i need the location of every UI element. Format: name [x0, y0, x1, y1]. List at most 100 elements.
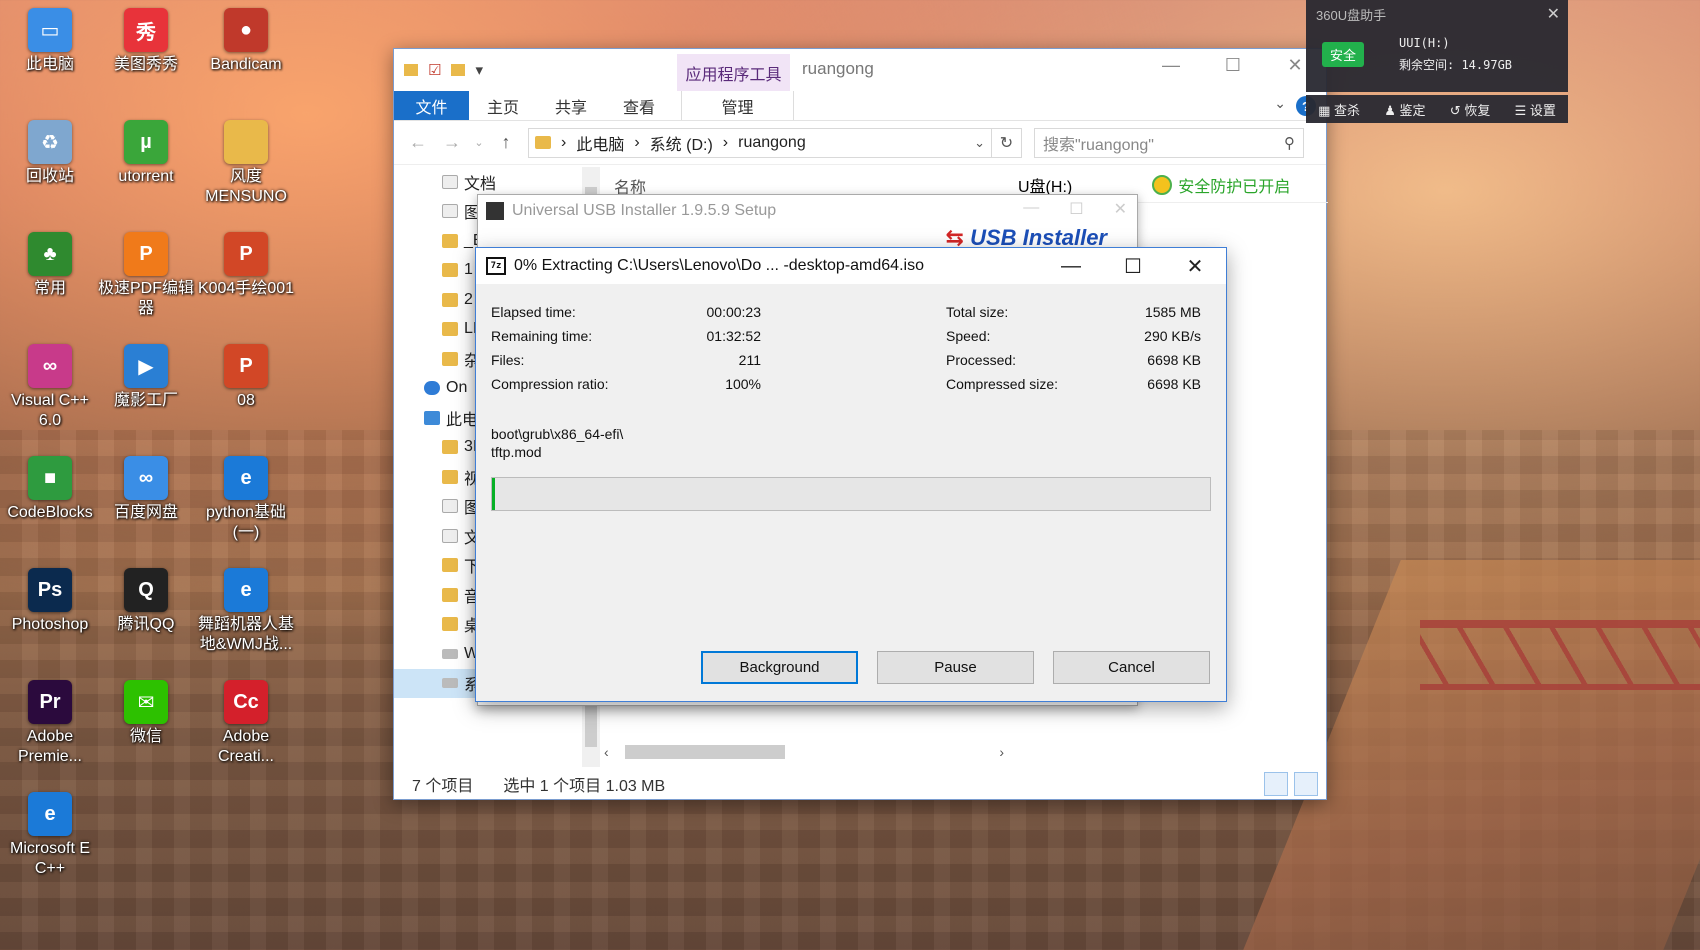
- desktop-icon[interactable]: P 08: [196, 344, 296, 411]
- bandicam-icon: ●: [224, 8, 268, 52]
- desktop-icon[interactable]: ♣ 常用: [0, 232, 100, 299]
- maximize-button[interactable]: ☐: [1069, 199, 1083, 219]
- tab-manage[interactable]: 管理: [681, 91, 795, 120]
- breadcrumb-separator-icon[interactable]: ›: [634, 134, 639, 152]
- close-icon[interactable]: ✕: [1547, 4, 1560, 24]
- address-dropdown-icon[interactable]: ⌄: [974, 135, 985, 151]
- forward-arrow-icon[interactable]: →: [440, 132, 464, 153]
- tab-share[interactable]: 共享: [537, 91, 605, 120]
- breadcrumb-drive-d[interactable]: 系统 (D:): [650, 131, 713, 155]
- close-button[interactable]: ✕: [1114, 199, 1127, 219]
- pdf-file-icon: e: [224, 568, 268, 612]
- scrollbar-track[interactable]: [615, 743, 994, 761]
- desktop-icon[interactable]: e 舞蹈机器人基地&WMJ战...: [196, 568, 296, 655]
- shield-icon: [1152, 174, 1173, 195]
- details-view-icon[interactable]: [1264, 772, 1288, 796]
- recent-dropdown-icon[interactable]: ⌄: [474, 136, 484, 149]
- scrollbar-thumb[interactable]: [624, 745, 785, 759]
- customize-dropdown-icon[interactable]: ▾: [475, 61, 483, 79]
- premiere-icon: Pr: [28, 680, 72, 724]
- desktop-icon[interactable]: P K004手绘001: [196, 232, 296, 299]
- minimize-button[interactable]: —: [1040, 248, 1102, 284]
- desktop-icon[interactable]: Cc Adobe Creati...: [196, 680, 296, 767]
- desktop-icon[interactable]: ■ CodeBlocks: [0, 456, 100, 523]
- edge-icon: e: [28, 792, 72, 836]
- nav-item[interactable]: 文档: [394, 167, 579, 197]
- folder-icon[interactable]: [404, 64, 418, 76]
- large-icons-view-icon[interactable]: [1294, 772, 1318, 796]
- stats-row: Files: 211 Processed: 6698 KB: [491, 352, 1211, 376]
- desktop-icon[interactable]: ▶ 魔影工厂: [96, 344, 196, 411]
- nav-item-label: 此电: [446, 411, 479, 429]
- stat-label: Compression ratio:: [491, 376, 609, 392]
- desktop-icon[interactable]: Pr Adobe Premie...: [0, 680, 100, 767]
- maximize-button[interactable]: ☐: [1102, 248, 1164, 284]
- desktop-icon[interactable]: ♻ 回收站: [0, 120, 100, 187]
- close-button[interactable]: ✕: [1164, 248, 1226, 284]
- desktop-icon[interactable]: P 极速PDF编辑器: [96, 232, 196, 319]
- stat-value: 211: [738, 352, 761, 368]
- desktop-icon[interactable]: ✉ 微信: [96, 680, 196, 747]
- expand-ribbon-icon[interactable]: ⌄: [1274, 95, 1286, 112]
- desktop-icon[interactable]: ▭ 此电脑: [0, 8, 100, 75]
- desktop-icon[interactable]: ∞ 百度网盘: [96, 456, 196, 523]
- new-folder-icon[interactable]: [451, 64, 466, 76]
- properties-check-icon[interactable]: ☑: [428, 61, 441, 79]
- desktop-icon[interactable]: e Microsoft E C++: [0, 792, 100, 879]
- desktop-icon[interactable]: ∞ Visual C++ 6.0: [0, 344, 100, 431]
- desktop-icon-label: 回收站: [25, 168, 74, 185]
- minimize-button[interactable]: —: [1023, 199, 1039, 219]
- quick-access-toolbar: ☑ ▾: [394, 61, 483, 79]
- scroll-right-icon[interactable]: ›: [999, 744, 1004, 760]
- uui-window-controls: — ☐ ✕: [1023, 199, 1127, 219]
- desktop-icon[interactable]: 秀美图秀秀: [96, 8, 196, 75]
- stat-value: 100%: [725, 376, 761, 392]
- drive-info: UUI(H:) 剩余空间: 14.97GB: [1399, 32, 1512, 76]
- stat-label: Elapsed time:: [491, 304, 576, 320]
- breadcrumb-ruangong[interactable]: ruangong: [738, 134, 806, 152]
- uui-window-title: Universal USB Installer 1.9.5.9 Setup: [512, 202, 777, 219]
- desktop-icon[interactable]: e python基础 (一): [196, 456, 296, 543]
- stat-label: Speed:: [946, 328, 991, 344]
- breadcrumb-separator-icon[interactable]: ›: [561, 134, 566, 152]
- settings-button[interactable]: ☰ 设置: [1515, 100, 1556, 119]
- back-arrow-icon[interactable]: ←: [406, 132, 430, 153]
- pause-button[interactable]: Pause: [877, 651, 1034, 684]
- restore-button[interactable]: ↺ 恢复: [1450, 100, 1491, 119]
- application-tools-tab[interactable]: 应用程序工具: [677, 54, 790, 91]
- desktop-icon[interactable]: ● Bandicam: [196, 8, 296, 75]
- settings-button-label: 设置: [1529, 102, 1556, 118]
- tab-file[interactable]: 文件: [394, 91, 469, 120]
- stat-label: Total size:: [946, 304, 1009, 320]
- refresh-icon[interactable]: ↻: [991, 128, 1021, 157]
- this-pc-icon: ▭: [28, 8, 72, 52]
- nav-item-label: 2: [464, 290, 473, 308]
- desktop-icon[interactable]: 风度 MENSUNO: [196, 120, 296, 207]
- maximize-button[interactable]: ☐: [1202, 49, 1264, 81]
- breadcrumb-this-pc[interactable]: 此电脑: [576, 131, 624, 155]
- search-icon[interactable]: ⚲: [1284, 134, 1295, 152]
- extraction-progress-bar: [491, 477, 1211, 511]
- scroll-left-icon[interactable]: ‹: [604, 744, 609, 760]
- address-bar[interactable]: › 此电脑 › 系统 (D:) › ruangong ⌄ ↻: [528, 127, 1022, 158]
- minimize-button[interactable]: —: [1140, 49, 1202, 81]
- udisk-label: U盘(H:): [1018, 178, 1073, 196]
- search-input[interactable]: 搜索"ruangong" ⚲: [1034, 127, 1304, 158]
- scan-button[interactable]: ▦ 查杀: [1318, 100, 1360, 119]
- tab-view[interactable]: 查看: [605, 91, 673, 120]
- horizontal-scrollbar[interactable]: ‹ ›: [604, 743, 1004, 761]
- tab-home[interactable]: 主页: [469, 91, 537, 120]
- desktop-icon-label: 美图秀秀: [113, 56, 178, 73]
- desktop-icon[interactable]: µ utorrent: [96, 120, 196, 187]
- utorrent-icon: µ: [124, 120, 168, 164]
- identify-button[interactable]: ♟ 鉴定: [1384, 100, 1425, 119]
- cancel-button[interactable]: Cancel: [1053, 651, 1210, 684]
- window-controls: — ☐ ✕: [1140, 49, 1326, 81]
- desktop-icon[interactable]: Q 腾讯QQ: [96, 568, 196, 635]
- restore-button-label: 恢复: [1464, 102, 1491, 118]
- background-button[interactable]: Background: [701, 651, 858, 684]
- up-arrow-icon[interactable]: ↑: [494, 132, 518, 153]
- breadcrumb-separator-icon[interactable]: ›: [723, 134, 728, 152]
- desktop-icon[interactable]: Ps Photoshop: [0, 568, 100, 635]
- desktop-icon-label: 风度 MENSUNO: [205, 168, 287, 205]
